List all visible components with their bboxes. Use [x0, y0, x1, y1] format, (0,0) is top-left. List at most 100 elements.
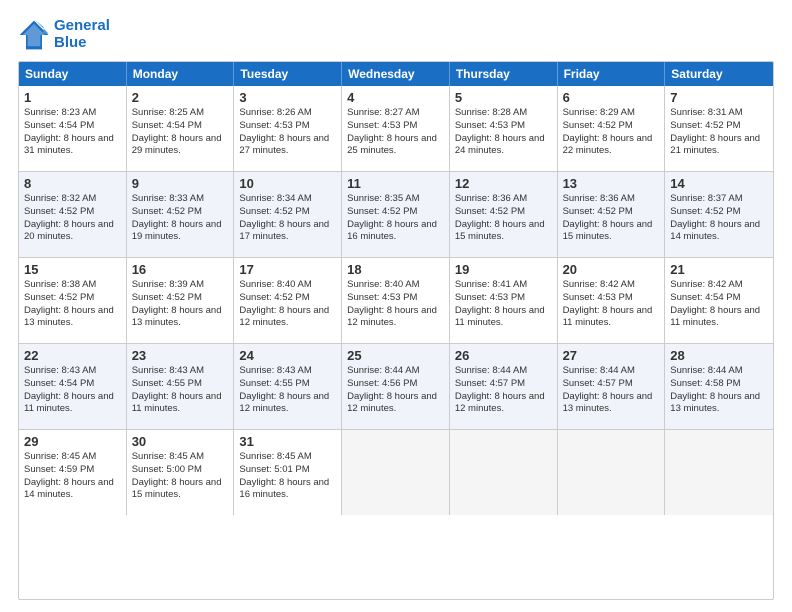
calendar-cell: 7 Sunrise: 8:31 AMSunset: 4:52 PMDaylight…	[665, 86, 773, 171]
calendar-cell	[450, 430, 558, 515]
calendar-cell: 2 Sunrise: 8:25 AMSunset: 4:54 PMDaylight…	[127, 86, 235, 171]
day-number: 31	[239, 434, 336, 449]
day-info: Sunrise: 8:26 AMSunset: 4:53 PMDaylight:…	[239, 107, 336, 158]
calendar-cell: 27Sunrise: 8:44 AMSunset: 4:57 PMDayligh…	[558, 344, 666, 429]
day-number: 1	[24, 90, 121, 105]
day-number: 14	[670, 176, 768, 191]
calendar-cell: 3 Sunrise: 8:26 AMSunset: 4:53 PMDaylight…	[234, 86, 342, 171]
day-number: 27	[563, 348, 660, 363]
day-info: Sunrise: 8:28 AMSunset: 4:53 PMDaylight:…	[455, 107, 552, 158]
logo-icon	[18, 19, 50, 51]
day-number: 30	[132, 434, 229, 449]
header-day-wednesday: Wednesday	[342, 62, 450, 86]
logo-text: General Blue	[54, 18, 110, 51]
header-day-sunday: Sunday	[19, 62, 127, 86]
day-info: Sunrise: 8:27 AMSunset: 4:53 PMDaylight:…	[347, 107, 444, 158]
calendar-cell	[558, 430, 666, 515]
day-number: 6	[563, 90, 660, 105]
calendar-cell: 31 Sunrise: 8:45 AMSunset: 5:01 PMDayligh…	[234, 430, 342, 515]
calendar-cell: 16Sunrise: 8:39 AMSunset: 4:52 PMDayligh…	[127, 258, 235, 343]
day-number: 20	[563, 262, 660, 277]
day-info: Sunrise: 8:36 AMSunset: 4:52 PMDaylight:…	[455, 193, 552, 244]
calendar-cell	[665, 430, 773, 515]
day-info: Sunrise: 8:41 AMSunset: 4:53 PMDaylight:…	[455, 279, 552, 330]
day-info: Sunrise: 8:25 AMSunset: 4:54 PMDaylight:…	[132, 107, 229, 158]
calendar-cell: 22Sunrise: 8:43 AMSunset: 4:54 PMDayligh…	[19, 344, 127, 429]
day-number: 3	[239, 90, 336, 105]
calendar-cell: 20 Sunrise: 8:42 AMSunset: 4:53 PMDayligh…	[558, 258, 666, 343]
day-number: 9	[132, 176, 229, 191]
calendar-week-5: 29Sunrise: 8:45 AMSunset: 4:59 PMDayligh…	[19, 429, 773, 515]
day-info: Sunrise: 8:38 AMSunset: 4:52 PMDaylight:…	[24, 279, 121, 330]
calendar-week-3: 15 Sunrise: 8:38 AMSunset: 4:52 PMDayligh…	[19, 257, 773, 343]
day-number: 26	[455, 348, 552, 363]
calendar-cell: 9 Sunrise: 8:33 AMSunset: 4:52 PMDaylight…	[127, 172, 235, 257]
day-info: Sunrise: 8:45 AMSunset: 4:59 PMDaylight:…	[24, 451, 121, 502]
day-info: Sunrise: 8:34 AMSunset: 4:52 PMDaylight:…	[239, 193, 336, 244]
header-day-friday: Friday	[558, 62, 666, 86]
calendar-cell: 26Sunrise: 8:44 AMSunset: 4:57 PMDayligh…	[450, 344, 558, 429]
day-info: Sunrise: 8:29 AMSunset: 4:52 PMDaylight:…	[563, 107, 660, 158]
day-number: 21	[670, 262, 768, 277]
day-number: 10	[239, 176, 336, 191]
page: General Blue SundayMondayTuesdayWednesda…	[0, 0, 792, 612]
day-info: Sunrise: 8:23 AMSunset: 4:54 PMDaylight:…	[24, 107, 121, 158]
calendar-cell: 14 Sunrise: 8:37 AMSunset: 4:52 PMDayligh…	[665, 172, 773, 257]
day-info: Sunrise: 8:43 AMSunset: 4:55 PMDaylight:…	[132, 365, 229, 416]
calendar-cell: 24 Sunrise: 8:43 AMSunset: 4:55 PMDayligh…	[234, 344, 342, 429]
day-number: 5	[455, 90, 552, 105]
day-info: Sunrise: 8:40 AMSunset: 4:53 PMDaylight:…	[347, 279, 444, 330]
day-info: Sunrise: 8:45 AMSunset: 5:00 PMDaylight:…	[132, 451, 229, 502]
calendar-cell: 29Sunrise: 8:45 AMSunset: 4:59 PMDayligh…	[19, 430, 127, 515]
calendar-week-4: 22Sunrise: 8:43 AMSunset: 4:54 PMDayligh…	[19, 343, 773, 429]
calendar-cell: 17 Sunrise: 8:40 AMSunset: 4:52 PMDayligh…	[234, 258, 342, 343]
calendar-body: 1 Sunrise: 8:23 AMSunset: 4:54 PMDaylight…	[19, 86, 773, 515]
day-info: Sunrise: 8:31 AMSunset: 4:52 PMDaylight:…	[670, 107, 768, 158]
calendar-week-2: 8Sunrise: 8:32 AMSunset: 4:52 PMDaylight…	[19, 171, 773, 257]
calendar-cell: 4 Sunrise: 8:27 AMSunset: 4:53 PMDaylight…	[342, 86, 450, 171]
header-day-monday: Monday	[127, 62, 235, 86]
day-number: 15	[24, 262, 121, 277]
day-info: Sunrise: 8:39 AMSunset: 4:52 PMDaylight:…	[132, 279, 229, 330]
day-number: 19	[455, 262, 552, 277]
day-number: 4	[347, 90, 444, 105]
calendar-cell: 8Sunrise: 8:32 AMSunset: 4:52 PMDaylight…	[19, 172, 127, 257]
logo: General Blue	[18, 18, 110, 51]
day-number: 2	[132, 90, 229, 105]
day-number: 24	[239, 348, 336, 363]
calendar-cell: 11 Sunrise: 8:35 AMSunset: 4:52 PMDayligh…	[342, 172, 450, 257]
day-info: Sunrise: 8:37 AMSunset: 4:52 PMDaylight:…	[670, 193, 768, 244]
day-number: 17	[239, 262, 336, 277]
day-number: 25	[347, 348, 444, 363]
day-info: Sunrise: 8:42 AMSunset: 4:53 PMDaylight:…	[563, 279, 660, 330]
calendar-cell: 15 Sunrise: 8:38 AMSunset: 4:52 PMDayligh…	[19, 258, 127, 343]
calendar-header: SundayMondayTuesdayWednesdayThursdayFrid…	[19, 62, 773, 86]
calendar-cell: 23 Sunrise: 8:43 AMSunset: 4:55 PMDayligh…	[127, 344, 235, 429]
header-day-saturday: Saturday	[665, 62, 773, 86]
calendar-cell: 5 Sunrise: 8:28 AMSunset: 4:53 PMDaylight…	[450, 86, 558, 171]
day-number: 22	[24, 348, 121, 363]
day-number: 11	[347, 176, 444, 191]
calendar-cell: 28Sunrise: 8:44 AMSunset: 4:58 PMDayligh…	[665, 344, 773, 429]
day-info: Sunrise: 8:40 AMSunset: 4:52 PMDaylight:…	[239, 279, 336, 330]
day-number: 13	[563, 176, 660, 191]
day-info: Sunrise: 8:45 AMSunset: 5:01 PMDaylight:…	[239, 451, 336, 502]
day-number: 8	[24, 176, 121, 191]
day-number: 23	[132, 348, 229, 363]
day-info: Sunrise: 8:33 AMSunset: 4:52 PMDaylight:…	[132, 193, 229, 244]
day-info: Sunrise: 8:35 AMSunset: 4:52 PMDaylight:…	[347, 193, 444, 244]
day-number: 7	[670, 90, 768, 105]
calendar-cell: 10 Sunrise: 8:34 AMSunset: 4:52 PMDayligh…	[234, 172, 342, 257]
header: General Blue	[18, 18, 774, 51]
calendar-cell	[342, 430, 450, 515]
header-day-thursday: Thursday	[450, 62, 558, 86]
day-number: 12	[455, 176, 552, 191]
calendar-week-1: 1 Sunrise: 8:23 AMSunset: 4:54 PMDaylight…	[19, 86, 773, 171]
header-day-tuesday: Tuesday	[234, 62, 342, 86]
calendar-cell: 21Sunrise: 8:42 AMSunset: 4:54 PMDayligh…	[665, 258, 773, 343]
calendar-cell: 25Sunrise: 8:44 AMSunset: 4:56 PMDayligh…	[342, 344, 450, 429]
day-info: Sunrise: 8:43 AMSunset: 4:55 PMDaylight:…	[239, 365, 336, 416]
calendar-cell: 19 Sunrise: 8:41 AMSunset: 4:53 PMDayligh…	[450, 258, 558, 343]
day-info: Sunrise: 8:44 AMSunset: 4:58 PMDaylight:…	[670, 365, 768, 416]
calendar-cell: 13Sunrise: 8:36 AMSunset: 4:52 PMDayligh…	[558, 172, 666, 257]
